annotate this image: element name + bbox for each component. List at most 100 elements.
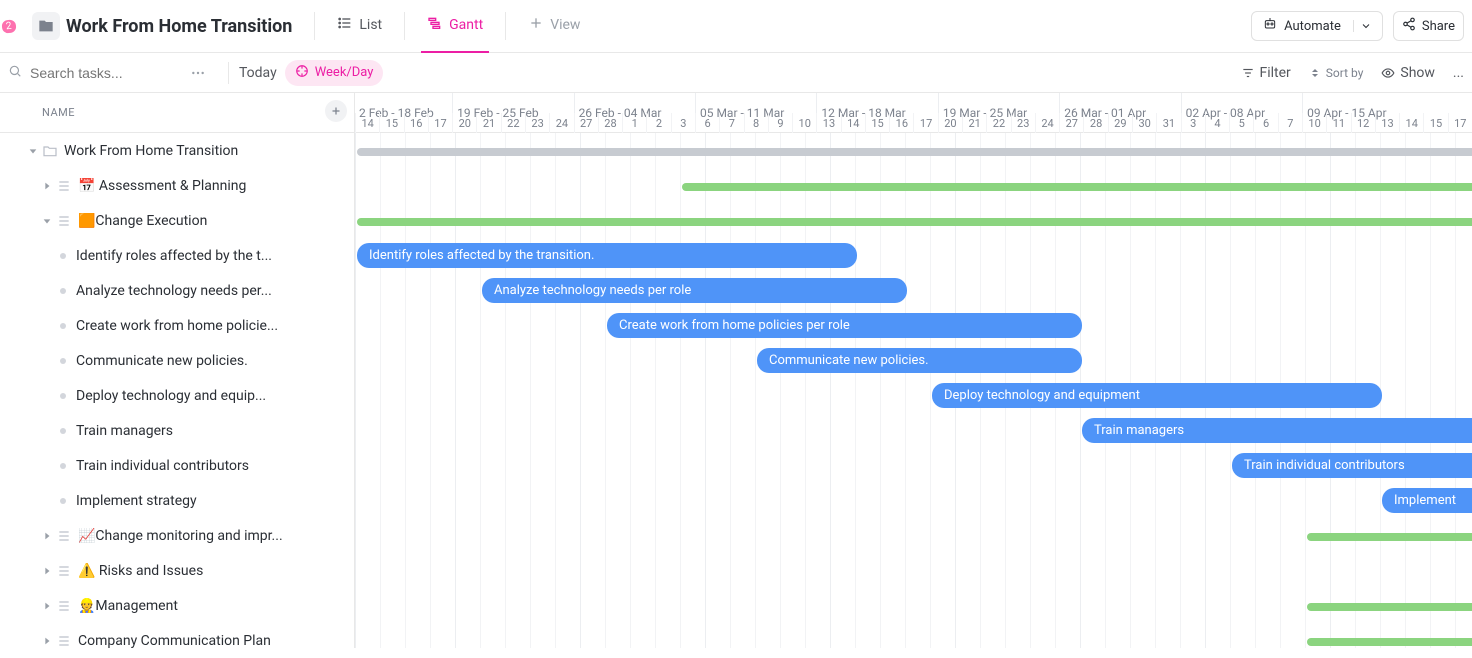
- timeline-day-label: 28: [598, 113, 622, 133]
- tree-task-row[interactable]: Train managers: [0, 413, 354, 448]
- tree-row-label: Train individual contributors: [76, 458, 249, 474]
- tree-row-label: Identify roles affected by the t...: [76, 248, 272, 264]
- gantt-task-bar[interactable]: Deploy technology and equipment: [932, 383, 1382, 408]
- gantt-task-bar[interactable]: Train individual contributors: [1232, 453, 1472, 478]
- gantt-task-bar[interactable]: Identify roles affected by the transitio…: [357, 243, 857, 268]
- tree-task-row[interactable]: Train individual contributors: [0, 448, 354, 483]
- gantt-summary-bar[interactable]: [1307, 533, 1472, 541]
- timeline-day-label: 28: [1083, 113, 1107, 133]
- add-column-button[interactable]: [325, 100, 347, 122]
- tree-row-label: Work From Home Transition: [64, 143, 238, 159]
- chevron-down-icon[interactable]: [26, 146, 40, 156]
- timeline-day-label: 14: [841, 113, 865, 133]
- gantt-task-bar[interactable]: Communicate new policies.: [757, 348, 1082, 373]
- gantt-icon: [427, 15, 443, 35]
- timescale-selector[interactable]: Week/Day: [285, 60, 384, 86]
- chevron-down-icon[interactable]: [40, 216, 54, 226]
- tree-task-row[interactable]: Deploy technology and equip...: [0, 378, 354, 413]
- calendar-icon: [295, 64, 309, 82]
- list-icon: [56, 633, 72, 649]
- plus-icon: [528, 15, 544, 35]
- tree-row-label: 👷Management: [78, 598, 178, 614]
- chevron-right-icon[interactable]: [40, 181, 54, 191]
- show-label: Show: [1400, 65, 1435, 81]
- tree-task-row[interactable]: Create work from home policie...: [0, 308, 354, 343]
- status-dot: [60, 323, 66, 329]
- list-icon: [56, 563, 72, 579]
- tree-group-row[interactable]: Work From Home Transition: [0, 133, 354, 168]
- automate-chevron[interactable]: [1353, 20, 1372, 32]
- tree-task-row[interactable]: Communicate new policies.: [0, 343, 354, 378]
- divider: [404, 12, 405, 40]
- status-dot: [60, 463, 66, 469]
- tree-group-row[interactable]: Company Communication Plan: [0, 623, 354, 658]
- timeline-day-label: 20: [452, 113, 476, 133]
- tree-task-row[interactable]: Analyze technology needs per...: [0, 273, 354, 308]
- tree-group-row[interactable]: 🟧Change Execution: [0, 203, 354, 238]
- sort-button[interactable]: Sort by: [1309, 66, 1364, 80]
- show-button[interactable]: Show: [1381, 65, 1435, 81]
- timeline-day-label: 6: [695, 113, 719, 133]
- gantt-task-label: Implement: [1394, 493, 1456, 508]
- gantt-task-bar[interactable]: Create work from home policies per role: [607, 313, 1082, 338]
- chevron-right-icon[interactable]: [40, 636, 54, 646]
- tree-group-row[interactable]: 👷Management: [0, 588, 354, 623]
- automate-button[interactable]: Automate: [1251, 11, 1383, 41]
- timeline-day-label: 15: [1423, 113, 1447, 133]
- timeline-day-label: 27: [1059, 113, 1083, 133]
- notification-badge: 2: [1, 19, 16, 33]
- tree-row-label: 📈Change monitoring and impr...: [78, 528, 283, 544]
- filter-button[interactable]: Filter: [1241, 65, 1291, 81]
- tree-group-row[interactable]: ⚠️ Risks and Issues: [0, 553, 354, 588]
- tree-group-row[interactable]: 📅 Assessment & Planning: [0, 168, 354, 203]
- timeline-day-label: 7: [719, 113, 743, 133]
- gantt-summary-bar[interactable]: [357, 148, 1472, 156]
- search-input[interactable]: [28, 64, 178, 82]
- timeline-day-label: 10: [1302, 113, 1326, 133]
- timeline-day-label: 16: [404, 113, 428, 133]
- chevron-right-icon[interactable]: [40, 531, 54, 541]
- timeline-day-label: 13: [816, 113, 840, 133]
- tab-list[interactable]: List: [331, 0, 388, 53]
- gantt-summary-bar[interactable]: [682, 183, 1472, 191]
- folder-icon: [32, 12, 60, 40]
- tree-rows: Work From Home Transition 📅 Assessment & …: [0, 133, 354, 658]
- today-button[interactable]: Today: [239, 65, 277, 81]
- share-button[interactable]: Share: [1393, 11, 1464, 41]
- overflow-button[interactable]: ...: [1453, 65, 1464, 81]
- list-icon: [56, 598, 72, 614]
- gantt-task-row: Train individual contributors: [355, 448, 1472, 483]
- timeline-day-label: 2: [646, 113, 670, 133]
- status-dot: [60, 498, 66, 504]
- timeline-day-label: 30: [1132, 113, 1156, 133]
- gantt-task-label: Identify roles affected by the transitio…: [369, 248, 594, 263]
- gantt-summary-bar[interactable]: [357, 218, 1472, 226]
- tree-group-row[interactable]: 📈Change monitoring and impr...: [0, 518, 354, 553]
- tree-task-row[interactable]: Implement strategy: [0, 483, 354, 518]
- tab-add-view[interactable]: View: [522, 0, 586, 53]
- chevron-right-icon[interactable]: [40, 566, 54, 576]
- timeline-day-label: 14: [355, 113, 379, 133]
- gantt-task-bar[interactable]: Train managers: [1082, 418, 1472, 443]
- gantt-summary-row: [355, 168, 1472, 203]
- share-icon: [1402, 17, 1416, 35]
- tab-gantt[interactable]: Gantt: [421, 0, 489, 53]
- page-title: Work From Home Transition: [66, 16, 292, 37]
- tab-add-view-label: View: [550, 17, 580, 33]
- timeline-day-label: 21: [476, 113, 500, 133]
- tree-header: NAME: [0, 93, 354, 133]
- gantt-task-row: Communicate new policies.: [355, 343, 1472, 378]
- gantt-summary-bar[interactable]: [1307, 603, 1472, 611]
- gantt-task-bar[interactable]: Implement: [1382, 488, 1472, 513]
- chevron-right-icon[interactable]: [40, 601, 54, 611]
- timeline-day-label: 17: [913, 113, 937, 133]
- timeline-day-label: 23: [525, 113, 549, 133]
- timeline-day-label: 17: [1448, 113, 1472, 133]
- tree-task-row[interactable]: Identify roles affected by the t...: [0, 238, 354, 273]
- gantt-summary-bar[interactable]: [1307, 638, 1472, 646]
- automate-icon: [1262, 16, 1278, 36]
- share-label: Share: [1422, 19, 1455, 34]
- gantt-task-bar[interactable]: Analyze technology needs per role: [482, 278, 907, 303]
- gantt-panel: 2 Feb - 18 Feb19 Feb - 25 Feb26 Feb - 04…: [355, 93, 1472, 648]
- more-options-button[interactable]: [190, 65, 206, 81]
